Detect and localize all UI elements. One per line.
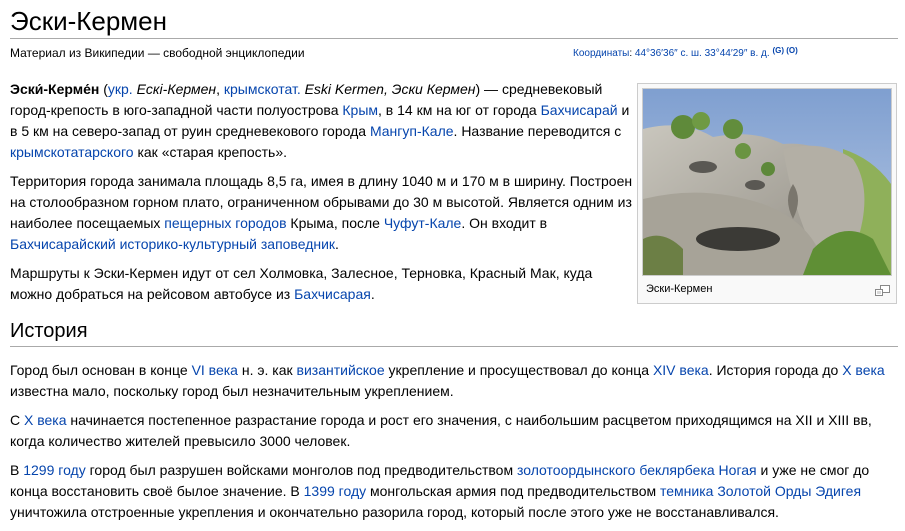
text-span: как «старая крепость». — [133, 144, 288, 160]
link-byzantine[interactable]: византийское — [297, 362, 385, 378]
intro-section: Эски́-Керме́н (укр. Ескі-Кермен, крымско… — [10, 79, 638, 313]
link-nogai[interactable]: золотоордынского беклярбека Ногая — [517, 462, 757, 478]
link-1399[interactable]: 1399 году — [304, 483, 366, 499]
link-chufut-kale[interactable]: Чуфут-Кале — [384, 215, 462, 231]
link-edigu[interactable]: темника Золотой Орды Эдигея — [660, 483, 861, 499]
text-span: начинается постепенное разрастание город… — [10, 412, 872, 449]
intro-paragraph-3: Маршруты к Эски-Кермен идут от сел Холмо… — [10, 263, 638, 305]
text-span: город был разрушен войсками монголов под… — [85, 462, 517, 478]
crimtat-name: Eski Kermen, Эски Кермен — [304, 81, 476, 97]
text-span: В — [10, 462, 24, 478]
link-krym[interactable]: Крым — [342, 102, 378, 118]
history-paragraph-3: В 1299 году город был разрушен войсками … — [10, 460, 900, 523]
coordinates-label-link[interactable]: Координаты — [573, 48, 629, 59]
article-term: Эски́-Керме́н — [10, 81, 100, 97]
text-span: монгольская армия под предводительством — [366, 483, 660, 499]
link-cave-cities[interactable]: пещерных городов — [164, 215, 286, 231]
text-span: Город был основан в конце — [10, 362, 192, 378]
link-crimtat[interactable]: крымскотат. — [224, 81, 301, 97]
thumbnail-image[interactable] — [642, 88, 892, 276]
title-divider — [10, 38, 898, 39]
intro-paragraph-1: Эски́-Керме́н (укр. Ескі-Кермен, крымско… — [10, 79, 638, 163]
text-span: н. э. как — [237, 362, 297, 378]
section-divider — [10, 346, 898, 347]
text-span: уничтожила отстроенные укрепления и окон… — [10, 504, 779, 520]
text-span: известна мало, поскольку город был незна… — [10, 383, 454, 399]
coordinates-google-link[interactable]: (G) — [772, 46, 784, 55]
history-section: Город был основан в конце VI века н. э. … — [10, 360, 900, 531]
link-crimean-tatar[interactable]: крымскотатарского — [10, 144, 134, 160]
text-span: . — [335, 236, 339, 252]
thumbnail-caption: Эски-Кермен — [646, 283, 713, 295]
coordinates-value-link[interactable]: 44°36′36″ с. ш. 33°44′29″ в. д. — [635, 48, 770, 59]
history-paragraph-1: Город был основан в конце VI века н. э. … — [10, 360, 900, 402]
ukr-name: Ескі-Кермен — [136, 81, 217, 97]
text-span: укрепление и просуществовал до конца — [384, 362, 653, 378]
link-bakhchisaraya[interactable]: Бахчисарая — [294, 286, 371, 302]
text-span: , в 14 км на юг от города — [378, 102, 541, 118]
text-span: . — [370, 286, 375, 302]
site-subtitle: Материал из Википедии — свободной энцикл… — [10, 46, 305, 60]
link-ukr[interactable]: укр. — [108, 81, 133, 97]
intro-paragraph-2: Территория города занимала площадь 8,5 г… — [10, 171, 638, 255]
section-heading-history: История — [10, 320, 88, 342]
text-span: . Название переводится с — [453, 123, 622, 139]
coordinates: Координаты: 44°36′36″ с. ш. 33°44′29″ в.… — [573, 44, 798, 61]
thumbnail-box: Эски-Кермен — [637, 83, 897, 304]
link-bakhchisaray[interactable]: Бахчисарай — [541, 102, 618, 118]
text-span: С — [10, 412, 24, 428]
page-title: Эски-Кермен — [10, 6, 168, 36]
link-1299[interactable]: 1299 году — [23, 462, 85, 478]
link-10th-century[interactable]: X века — [842, 362, 885, 378]
text-span: Крыма, после — [286, 215, 384, 231]
link-14th-century[interactable]: XIV века — [653, 362, 709, 378]
history-paragraph-2: С X века начинается постепенное разраста… — [10, 410, 900, 452]
link-10th-century-2[interactable]: X века — [24, 412, 67, 428]
link-mangup-kale[interactable]: Мангуп-Кале — [370, 123, 454, 139]
cliff-photo — [643, 89, 891, 275]
text-span: ( — [99, 81, 108, 97]
text-span: , — [216, 81, 224, 97]
magnify-clip-icon[interactable] — [875, 283, 890, 296]
link-reserve[interactable]: Бахчисарайский историко-культурный запов… — [10, 236, 335, 252]
text-span: . История города до — [708, 362, 843, 378]
link-6th-century[interactable]: VI века — [192, 362, 238, 378]
coordinates-osm-link[interactable]: (O) — [786, 46, 798, 55]
text-span: . Он входит в — [461, 215, 548, 231]
